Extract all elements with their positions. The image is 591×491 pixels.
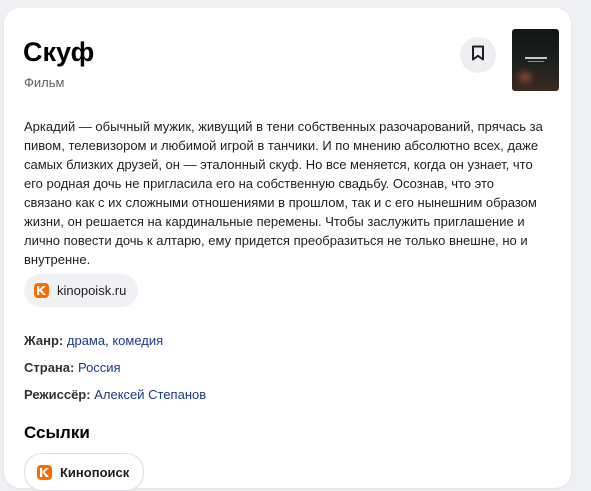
- link-label: Кинопоиск: [60, 464, 130, 480]
- kinopoisk-logo-icon: [37, 464, 52, 480]
- source-chip[interactable]: kinopoisk.ru: [24, 274, 139, 307]
- bookmark-button[interactable]: [460, 37, 496, 73]
- film-description: Аркадий — обычный мужик, живущий в тени …: [24, 119, 543, 267]
- source-label: kinopoisk.ru: [57, 283, 127, 298]
- country-link[interactable]: Россия: [78, 360, 121, 375]
- country-label: Страна:: [24, 360, 75, 375]
- film-type: Фильм: [24, 75, 65, 90]
- kinopoisk-logo-icon: [34, 283, 49, 298]
- genre-label: Жанр:: [24, 333, 64, 348]
- film-poster[interactable]: [512, 29, 559, 91]
- fact-director: Режиссёр: Алексей Степанов: [24, 387, 206, 402]
- poster-title-mark: [525, 57, 547, 59]
- link-chip-kinopoisk[interactable]: Кинопоиск: [24, 453, 145, 491]
- director-label: Режиссёр:: [24, 387, 91, 402]
- poster-subtitle-mark: [528, 61, 544, 62]
- genre-link-comedy[interactable]: комедия: [112, 333, 163, 348]
- genre-link-drama[interactable]: драма: [67, 333, 105, 348]
- director-link[interactable]: Алексей Степанов: [94, 387, 206, 402]
- fact-genre: Жанр: драма, комедия: [24, 333, 163, 348]
- poster-glow: [518, 71, 532, 83]
- links-heading: Ссылки: [24, 423, 90, 442]
- film-card: Скуф Фильм Аркадий — обычный мужик, живу…: [4, 8, 571, 491]
- fact-country: Страна: Россия: [24, 360, 121, 375]
- bookmark-icon: [471, 45, 485, 66]
- film-title: Скуф: [23, 37, 95, 67]
